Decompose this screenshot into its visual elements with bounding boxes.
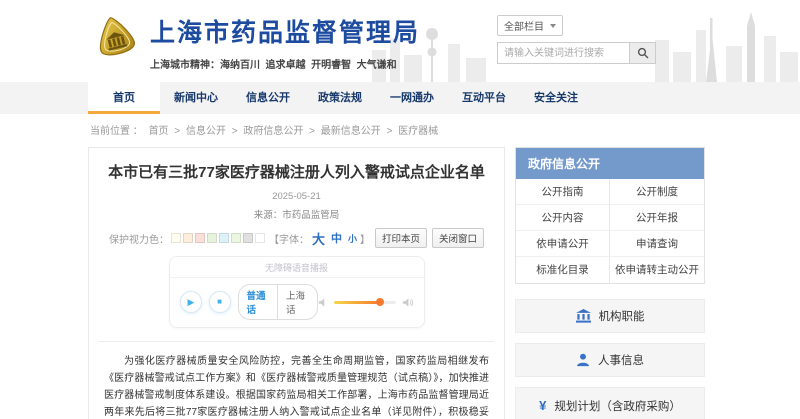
stop-button[interactable]: ■	[209, 291, 231, 313]
speaker-low-icon	[318, 297, 328, 308]
nav-item-online-services[interactable]: 一网通办	[376, 82, 448, 114]
site-slogan: 上海城市精神：海纳百川 追求卓越 开明睿智 大气谦和	[150, 56, 420, 71]
font-size-label: 【字体：	[269, 231, 309, 246]
color-swatch[interactable]	[207, 233, 217, 243]
breadcrumb-separator: >	[174, 126, 180, 137]
font-size-label-suffix: 】	[360, 231, 370, 246]
breadcrumb-prefix: 当前位置 ：	[90, 126, 143, 137]
article-source: 来源：市药品监管局	[89, 207, 504, 221]
sidebar: 政府信息公开 公开指南 公开制度 公开内容 公开年报 依申请公开 申请查询 标准…	[515, 147, 705, 419]
nav-item-home[interactable]: 首页	[88, 82, 160, 114]
speaker-high-icon	[402, 297, 414, 308]
link-annual-report[interactable]: 公开年报	[610, 205, 704, 231]
breadcrumb-separator: >	[309, 126, 315, 137]
institution-functions-label: 机构职能	[599, 308, 645, 324]
search-button[interactable]	[629, 42, 656, 64]
planning-procurement-label: 规划计划（含政府采购）	[554, 398, 681, 414]
article-panel: 本市已有三批77家医疗器械注册人列入警戒试点企业名单 2025-05-21 来源…	[88, 147, 505, 419]
title-body-divider	[99, 341, 494, 342]
personnel-info-label: 人事信息	[598, 352, 644, 368]
search-icon	[637, 47, 649, 59]
eye-protect-swatches	[171, 233, 267, 243]
search-category-select[interactable]: 全部栏目	[497, 15, 563, 36]
link-request-to-proactive[interactable]: 依申请转主动公开	[610, 257, 704, 283]
language-toggle: 普通话 上海话	[238, 284, 318, 320]
article-date: 2025-05-21	[89, 191, 504, 202]
search-area: 全部栏目	[497, 15, 656, 64]
site-title: 上海市药品监督管理局	[150, 13, 420, 49]
breadcrumb-medical-devices[interactable]: 医疗器械	[398, 126, 438, 137]
volume-control	[318, 297, 414, 308]
bank-icon	[576, 309, 591, 323]
link-disclosure-content[interactable]: 公开内容	[516, 205, 610, 231]
color-swatch[interactable]	[231, 233, 241, 243]
nav-item-interaction[interactable]: 互动平台	[448, 82, 520, 114]
breadcrumb-separator: >	[232, 126, 238, 137]
print-page-button[interactable]: 打印本页	[375, 228, 427, 248]
link-standardized-catalog[interactable]: 标准化目录	[516, 257, 610, 283]
language-option-shanghainese[interactable]: 上海话	[278, 285, 317, 319]
search-input[interactable]	[497, 42, 629, 64]
link-disclosure-guide[interactable]: 公开指南	[516, 179, 610, 205]
breadcrumb-separator: >	[387, 126, 393, 137]
site-header: 上海市药品监督管理局 上海城市精神：海纳百川 追求卓越 开明睿智 大气谦和 全部…	[0, 0, 800, 82]
planning-procurement-button[interactable]: ¥ 规划计划（含政府采购）	[515, 387, 705, 419]
close-window-button[interactable]: 关闭窗口	[432, 228, 484, 248]
color-swatch[interactable]	[219, 233, 229, 243]
volume-fill	[334, 301, 381, 304]
nav-item-info-disclosure[interactable]: 信息公开	[232, 82, 304, 114]
chevron-down-icon	[550, 24, 556, 28]
article-title: 本市已有三批77家医疗器械注册人列入警戒试点企业名单	[103, 163, 490, 183]
color-swatch[interactable]	[171, 233, 181, 243]
gov-info-panel: 政府信息公开 公开指南 公开制度 公开内容 公开年报 依申请公开 申请查询 标准…	[515, 147, 705, 284]
gov-info-panel-title: 政府信息公开	[516, 148, 704, 179]
search-row	[497, 42, 656, 64]
color-swatch[interactable]	[243, 233, 253, 243]
font-size-large-button[interactable]: 大	[312, 229, 325, 248]
page: 上海市药品监督管理局 上海城市精神：海纳百川 追求卓越 开明睿智 大气谦和 全部…	[0, 0, 800, 419]
color-swatch[interactable]	[183, 233, 193, 243]
yuan-icon: ¥	[539, 398, 546, 413]
person-icon	[576, 353, 590, 367]
audio-player-title: 无障碍语音播报	[170, 257, 424, 278]
link-disclosure-system[interactable]: 公开制度	[610, 179, 704, 205]
eye-protect-label: 保护视力色：	[109, 231, 169, 246]
site-title-block: 上海市药品监督管理局 上海城市精神：海纳百川 追求卓越 开明睿智 大气谦和	[150, 13, 420, 71]
volume-handle[interactable]	[376, 298, 384, 306]
nav-item-news[interactable]: 新闻中心	[160, 82, 232, 114]
agency-logo	[92, 13, 140, 63]
personnel-info-button[interactable]: 人事信息	[515, 343, 705, 377]
play-icon: ▶	[188, 298, 195, 307]
volume-slider[interactable]	[334, 301, 396, 304]
breadcrumb-home[interactable]: 首页	[149, 126, 169, 137]
link-request-inquiry[interactable]: 申请查询	[610, 231, 704, 257]
nav-item-policies[interactable]: 政策法规	[304, 82, 376, 114]
breadcrumb-gov-info[interactable]: 政府信息公开	[243, 126, 303, 137]
gov-info-links: 公开指南 公开制度 公开内容 公开年报 依申请公开 申请查询 标准化目录 依申请…	[516, 179, 704, 283]
article-body: 为强化医疗器械质量安全风险防控，完善全生命周期监管，国家药监局相继发布《医疗器械…	[104, 353, 489, 419]
font-size-small-button[interactable]: 小	[348, 232, 357, 245]
search-category-value: 全部栏目	[504, 18, 544, 33]
stop-icon: ■	[217, 298, 222, 306]
play-button[interactable]: ▶	[180, 291, 202, 313]
breadcrumb: 当前位置 ： 首页 > 信息公开 > 政府信息公开 > 最新信息公开 > 医疗器…	[90, 122, 441, 137]
font-size-medium-button[interactable]: 中	[331, 230, 342, 246]
nav-item-safety[interactable]: 安全关注	[520, 82, 592, 114]
institution-functions-button[interactable]: 机构职能	[515, 299, 705, 333]
breadcrumb-info-disclosure[interactable]: 信息公开	[186, 126, 226, 137]
language-option-mandarin[interactable]: 普通话	[239, 285, 279, 319]
link-disclosure-on-request[interactable]: 依申请公开	[516, 231, 610, 257]
color-swatch[interactable]	[255, 233, 265, 243]
audio-player: 无障碍语音播报 ▶ ■ 普通话 上海话	[169, 256, 425, 328]
main-nav: 首页 新闻中心 信息公开 政策法规 一网通办 互动平台 安全关注	[0, 82, 800, 114]
article-toolbar: 保护视力色： 【字体： 大 中 小 】 打印本页 关闭窗口	[89, 228, 504, 248]
breadcrumb-latest-info[interactable]: 最新信息公开	[321, 126, 381, 137]
color-swatch[interactable]	[195, 233, 205, 243]
audio-player-controls: ▶ ■ 普通话 上海话	[170, 278, 424, 327]
